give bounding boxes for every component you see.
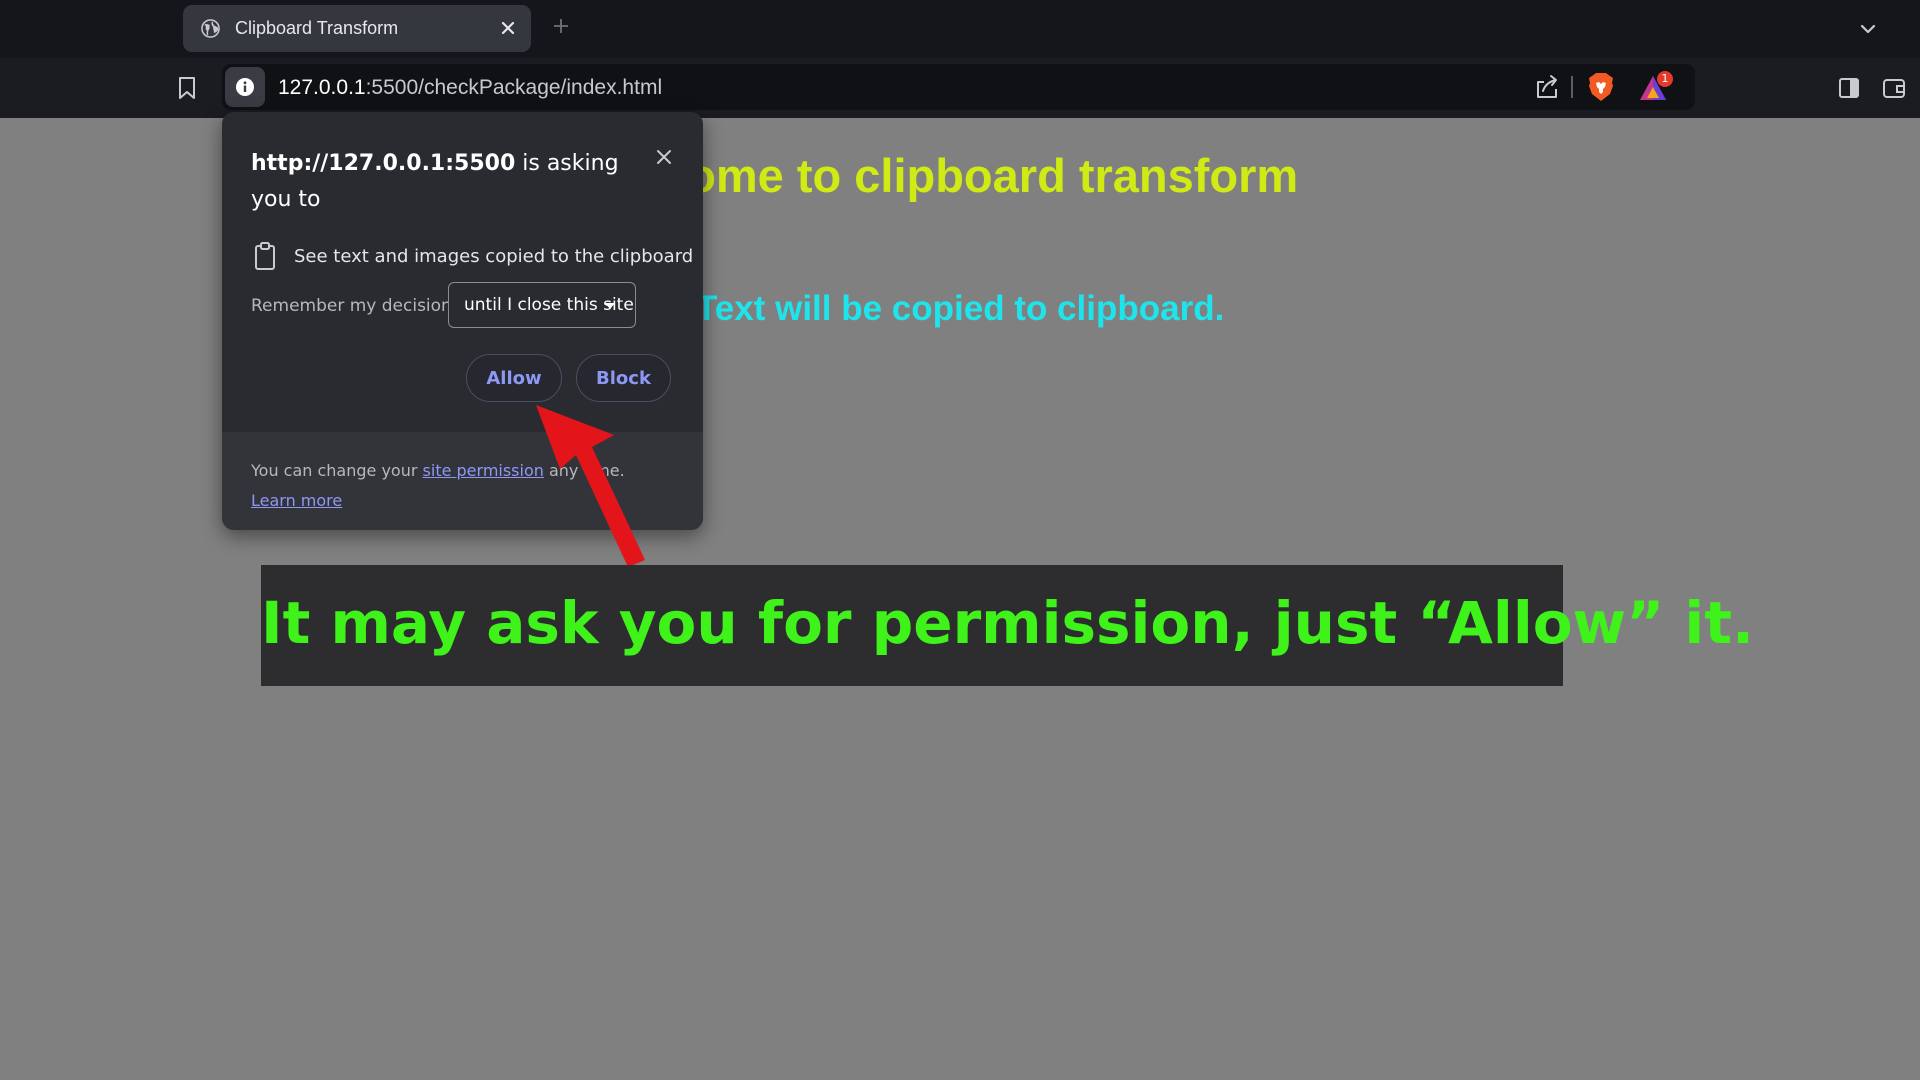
block-button-label: Block [596, 368, 651, 389]
address-bar[interactable]: 127.0.0.1:5500/checkPackage/index.html 1 [222, 64, 1695, 110]
caption-box: It may ask you for permission, just “All… [261, 565, 1755, 686]
learn-more-link[interactable]: Learn more [251, 491, 342, 510]
page-subtext: Text will be copied to clipboard. [696, 289, 1225, 328]
permission-text: See text and images copied to the clipbo… [294, 246, 694, 267]
clipboard-icon [255, 242, 275, 270]
share-icon[interactable] [1534, 74, 1560, 100]
brave-shields-icon[interactable] [1587, 72, 1615, 102]
globe-icon [201, 19, 220, 38]
bookmark-icon[interactable] [176, 76, 198, 100]
info-icon [236, 78, 254, 96]
chevron-down-icon[interactable] [1858, 19, 1878, 39]
browser-tab[interactable]: Clipboard Transform [183, 5, 531, 52]
site-info-button[interactable] [225, 67, 265, 107]
remember-duration-select[interactable]: until I close this site [448, 282, 636, 328]
caret-down-icon [605, 303, 615, 309]
url-path: :5500/checkPackage/index.html [365, 76, 663, 99]
sidebar-toggle-icon[interactable] [1838, 77, 1860, 99]
tab-strip: Clipboard Transform [0, 0, 1920, 58]
caption-text: It may ask you for permission, just “All… [261, 589, 1755, 657]
remember-label: Remember my decision [251, 296, 452, 316]
url-text[interactable]: 127.0.0.1:5500/checkPackage/index.html [278, 76, 662, 100]
close-tab-icon[interactable] [499, 19, 517, 37]
allow-button-label: Allow [486, 368, 542, 389]
red-arrow-annotation [536, 405, 645, 567]
tab-title: Clipboard Transform [235, 18, 399, 38]
brave-rewards-button[interactable]: 1 [1638, 71, 1673, 103]
notification-badge: 1 [1657, 71, 1673, 87]
page-heading: come to clipboard transform [661, 149, 1299, 202]
wallet-icon[interactable] [1882, 77, 1906, 99]
close-icon[interactable] [653, 146, 675, 168]
popup-title: http://127.0.0.1:5500 is asking you to [251, 146, 631, 218]
url-host: 127.0.0.1 [278, 76, 366, 99]
new-tab-icon[interactable] [552, 17, 570, 35]
footer-prefix: You can change your [251, 461, 423, 480]
address-bar-divider [1571, 76, 1573, 98]
popup-origin: http://127.0.0.1:5500 [251, 151, 516, 176]
browser-toolbar: 127.0.0.1:5500/checkPackage/index.html 1 [0, 58, 1920, 118]
